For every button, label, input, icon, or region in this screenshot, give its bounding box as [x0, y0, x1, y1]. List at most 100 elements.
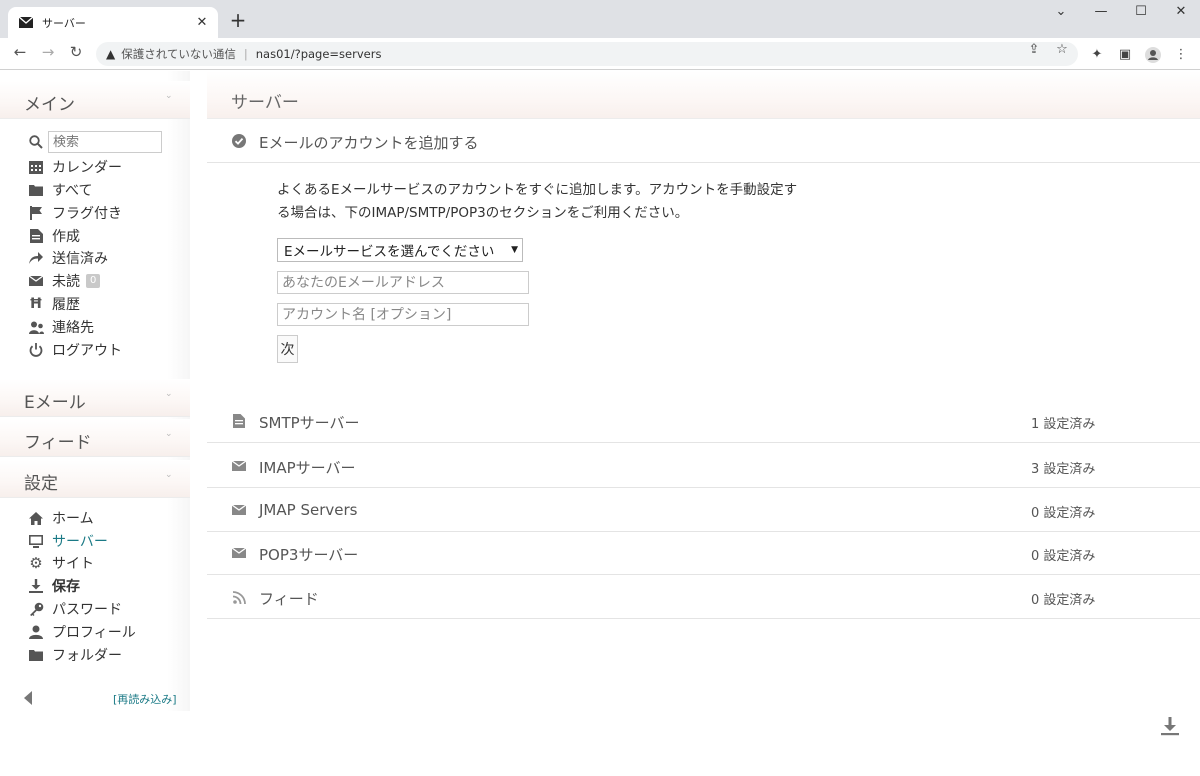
envelope-icon	[18, 15, 34, 31]
user-icon	[28, 624, 44, 640]
next-button[interactable]: 次	[277, 335, 298, 363]
sidebar-item-password[interactable]: パスワード	[28, 599, 122, 619]
rss-icon	[231, 589, 247, 605]
divider: |	[243, 47, 248, 61]
sidebar-item-label: 未読	[52, 274, 80, 290]
sidebar-item-all[interactable]: すべて	[28, 180, 92, 200]
sidebar-item-contacts[interactable]: 連絡先	[28, 317, 94, 337]
sidebar-item-label: プロフィール	[52, 625, 136, 641]
section-title: フィード	[24, 433, 92, 453]
security-label: 保護されていない通信	[121, 47, 236, 61]
email-address-field[interactable]	[277, 271, 529, 294]
contacts-icon	[28, 319, 44, 335]
key-icon	[28, 601, 44, 617]
star-icon[interactable]: ☆	[1052, 42, 1072, 62]
sidebar-item-flagged[interactable]: フラグ付き	[28, 203, 122, 223]
envelope-icon	[231, 458, 247, 474]
check-circle-icon	[231, 133, 247, 149]
close-icon[interactable]: ✕	[192, 15, 212, 30]
section-title: Eメールのアカウントを追加する	[259, 134, 479, 152]
sidebar-item-calendar[interactable]: カレンダー	[28, 157, 122, 177]
server-row-feeds[interactable]: フィード 0 設定済み	[207, 575, 1200, 619]
envelope-icon	[231, 545, 247, 561]
search-icon	[28, 134, 44, 150]
server-label: IMAPサーバー	[259, 459, 356, 477]
server-count: 3 設定済み	[1031, 462, 1096, 477]
sidebar-section-feeds[interactable]: フィード ⌄	[0, 419, 190, 457]
sidebar-item-profile[interactable]: プロフィール	[28, 622, 136, 642]
close-window-button[interactable]: ✕	[1166, 4, 1196, 24]
sidebar-item-history[interactable]: Ħ 履歴	[28, 294, 80, 314]
reload-link[interactable]: [再読み込み]	[113, 691, 177, 707]
sidebar-section-email[interactable]: Eメール ⌄	[0, 379, 190, 417]
page-title: サーバー	[231, 93, 299, 113]
server-label: SMTPサーバー	[259, 414, 360, 432]
sidebar-item-sent[interactable]: 送信済み	[28, 248, 108, 268]
address-bar[interactable]: ▲ 保護されていない通信 | nas01/?page=servers	[96, 42, 1078, 66]
sidebar-item-site[interactable]: ⚙ サイト	[28, 553, 94, 573]
main-content: サーバー Eメールのアカウントを追加する よくあるEメールサービスのアカウントを…	[207, 71, 1200, 776]
email-service-select[interactable]: Eメールサービスを選んでください ▼	[277, 238, 523, 262]
browser-tab[interactable]: サーバー ✕	[8, 7, 218, 38]
sidebar-item-servers[interactable]: サーバー	[28, 531, 108, 551]
reload-icon[interactable]: ↻	[64, 43, 88, 65]
chevron-down-icon: ⌄	[165, 429, 173, 439]
add-account-header[interactable]: Eメールのアカウントを追加する	[207, 119, 1200, 163]
server-count: 0 設定済み	[1031, 506, 1096, 521]
url-text: nas01/?page=servers	[255, 47, 382, 61]
browser-tab-bar: サーバー ✕ + ⌄ — ☐ ✕	[0, 0, 1200, 38]
chevron-down-icon[interactable]: ⌄	[1046, 4, 1076, 24]
menu-icon[interactable]: ⋮	[1171, 47, 1191, 65]
sidebar-section-settings[interactable]: 設定 ⌄	[0, 460, 190, 498]
chevron-down-icon: ⌄	[165, 91, 173, 101]
server-row-smtp[interactable]: SMTPサーバー 1 設定済み	[207, 399, 1200, 443]
unread-count-badge: 0	[86, 274, 101, 288]
section-title: Eメール	[24, 393, 86, 413]
chevron-down-icon: ⌄	[165, 389, 173, 399]
server-row-pop3[interactable]: POP3サーバー 0 設定済み	[207, 531, 1200, 575]
new-tab-button[interactable]: +	[228, 10, 248, 30]
sidepanel-icon[interactable]: ▣	[1115, 47, 1135, 65]
chevron-down-icon: ▼	[511, 245, 518, 255]
server-count: 0 設定済み	[1031, 549, 1096, 564]
account-name-field[interactable]	[277, 303, 529, 326]
gear-icon: ⚙	[29, 554, 43, 572]
sidebar-item-unread[interactable]: 未読 0	[28, 271, 101, 291]
server-label: POP3サーバー	[259, 546, 359, 564]
sidebar-item-logout[interactable]: ログアウト	[28, 340, 122, 360]
sidebar-item-label: フォルダー	[52, 648, 122, 664]
compose-icon	[28, 228, 44, 244]
extensions-icon[interactable]: ✦	[1087, 47, 1107, 65]
sidebar-item-label: 作成	[52, 229, 80, 245]
server-count: 0 設定済み	[1031, 593, 1096, 608]
sidebar-item-folders[interactable]: フォルダー	[28, 645, 122, 665]
monitor-icon	[28, 533, 44, 549]
sidebar-item-label: フラグ付き	[52, 206, 122, 222]
sidebar-item-home[interactable]: ホーム	[28, 508, 94, 528]
server-row-imap[interactable]: IMAPサーバー 3 設定済み	[207, 444, 1200, 488]
home-icon	[28, 510, 44, 526]
content-header: サーバー	[207, 71, 1200, 119]
sidebar-item-label: 送信済み	[52, 251, 108, 267]
folder-icon	[28, 647, 44, 663]
sidebar-item-label: 保存	[52, 579, 80, 595]
back-icon[interactable]: ←	[8, 43, 32, 65]
profile-icon[interactable]	[1143, 47, 1163, 65]
minimize-button[interactable]: —	[1086, 4, 1116, 24]
sidebar-item-compose[interactable]: 作成	[28, 226, 80, 246]
collapse-sidebar-icon[interactable]	[24, 691, 32, 705]
maximize-button[interactable]: ☐	[1126, 4, 1156, 24]
sidebar-item-save[interactable]: 保存	[28, 576, 80, 596]
tab-title: サーバー	[42, 16, 86, 30]
sent-icon	[28, 250, 44, 266]
sidebar-section-main[interactable]: メイン ⌄	[0, 81, 190, 119]
server-row-jmap[interactable]: JMAP Servers 0 設定済み	[207, 488, 1200, 532]
page: メイン ⌄ カレンダー すべて フラグ付き 作成 送信済み	[0, 71, 1200, 776]
forward-icon[interactable]: →	[36, 43, 60, 65]
download-icon[interactable]	[1160, 716, 1180, 736]
sidebar-item-label: ホーム	[52, 511, 94, 527]
folder-icon	[28, 182, 44, 198]
server-label: フィード	[259, 590, 319, 608]
search-input[interactable]	[48, 131, 162, 153]
share-icon[interactable]: ⇪	[1024, 42, 1044, 62]
